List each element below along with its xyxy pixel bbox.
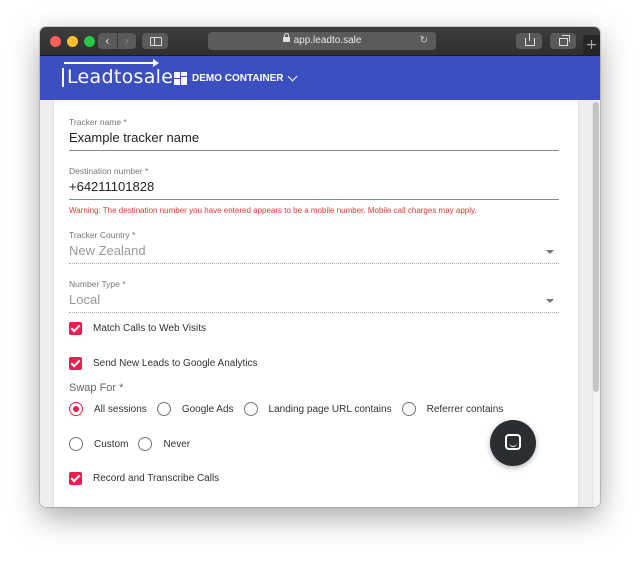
tracker-country-underline [69,263,559,264]
back-button[interactable]: ‹ [98,33,117,49]
swap-for-radio-group-2: Custom Never [69,437,200,451]
reload-icon[interactable]: ↻ [420,32,428,50]
tab-overview-button[interactable] [550,33,576,49]
radio-google-ads[interactable]: Google Ads [156,402,234,416]
destination-number-input[interactable]: +64211101828 [69,179,154,194]
radio-label: Landing page URL contains [268,403,392,415]
container-label: DEMO CONTAINER [192,72,284,84]
share-icon [525,33,535,46]
radio-landing-page-url[interactable]: Landing page URL contains [243,402,392,416]
tabs-icon [559,35,570,46]
mobile-warning: Warning: The destination number you have… [69,206,477,215]
radio-label: Custom [94,438,129,450]
tracker-name-input[interactable]: Example tracker name [69,130,199,145]
scrollbar-thumb[interactable] [593,102,599,392]
radio-label: Never [163,438,191,450]
tracker-country-label: Tracker Country * [69,230,136,240]
new-tab-button[interactable]: + [583,35,600,55]
share-button[interactable] [516,33,542,49]
destination-number-label: Destination number * [69,166,149,176]
browser-titlebar: ‹ › app.leadto.sale ↻ + [40,27,600,56]
radio-referrer[interactable]: Referrer contains [401,402,504,416]
radio-unchecked-icon[interactable] [401,402,416,416]
dropdown-arrow-icon [546,250,554,254]
send-leads-checkbox[interactable]: Send New Leads to Google Analytics [69,357,258,370]
record-calls-label: Record and Transcribe Calls [93,473,220,484]
tracker-name-label: Tracker name * [69,117,127,127]
close-window-button[interactable] [50,36,61,47]
grid-icon [174,71,187,85]
checkbox-checked-icon[interactable] [69,357,82,370]
number-type-label: Number Type * [69,279,126,289]
radio-unchecked-icon[interactable] [156,402,171,416]
tracker-name-underline [69,150,559,151]
chat-launcher-button[interactable] [490,420,536,466]
destination-number-underline [69,199,559,200]
radio-label: Referrer contains [426,403,504,415]
radio-all-sessions[interactable]: All sessions [69,402,147,416]
sidebar-toggle-button[interactable] [142,33,168,49]
radio-label: Google Ads [181,403,234,415]
radio-unchecked-icon[interactable] [138,437,153,451]
chevron-down-icon [288,71,298,81]
match-calls-checkbox[interactable]: Match Calls to Web Visits [69,322,206,335]
container-selector[interactable]: DEMO CONTAINER [174,70,298,86]
radio-checked-icon[interactable] [69,402,83,416]
radio-unchecked-icon[interactable] [243,402,258,416]
logo-text: Leadtosale [67,66,174,88]
checkbox-checked-icon[interactable] [69,472,82,485]
dropdown-arrow-icon [546,299,554,303]
radio-unchecked-icon[interactable] [69,437,83,451]
checkbox-checked-icon[interactable] [69,322,82,335]
number-type-value: Local [69,292,101,307]
match-calls-label: Match Calls to Web Visits [93,323,207,334]
tracker-country-value: New Zealand [69,243,146,258]
record-calls-checkbox[interactable]: Record and Transcribe Calls [69,472,219,485]
forward-button[interactable]: › [116,33,137,49]
send-leads-label: Send New Leads to Google Analytics [93,358,258,369]
zoom-window-button[interactable] [84,36,95,47]
history-nav: ‹ › [98,33,136,49]
radio-custom[interactable]: Custom [69,437,128,451]
address-bar[interactable]: app.leadto.sale ↻ [208,32,436,50]
logo-arrow [64,59,159,67]
lock-icon [282,32,290,42]
sidebar-icon [150,37,162,46]
minimize-window-button[interactable] [67,36,78,47]
app-header: Leadtosale DEMO CONTAINER [40,56,600,100]
chat-icon [505,434,521,450]
swap-for-label: Swap For * [69,382,124,394]
logo[interactable]: Leadtosale [62,59,174,88]
url-text: app.leadto.sale [293,35,362,46]
radio-label: All sessions [94,403,147,415]
number-type-underline [69,312,559,313]
swap-for-radio-group: All sessions Google Ads Landing page URL… [69,402,513,416]
radio-never[interactable]: Never [138,437,190,451]
